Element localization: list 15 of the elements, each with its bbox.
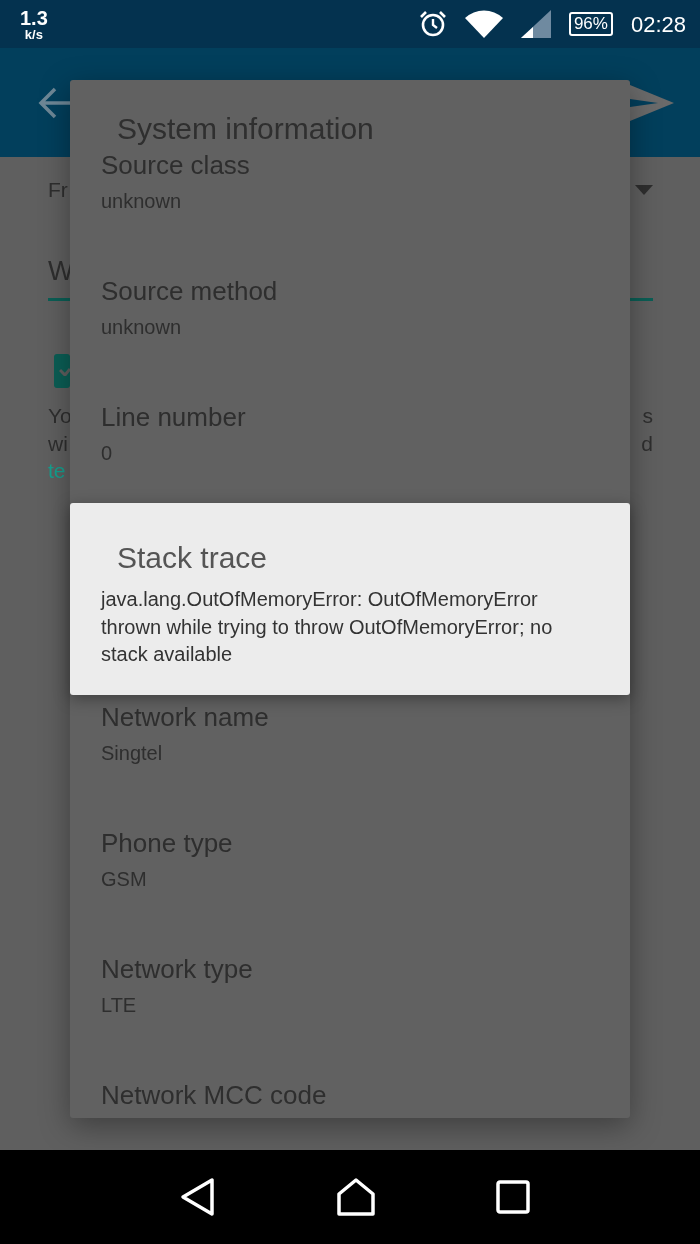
alert-message: java.lang.OutOfMemoryError: OutOfMemoryError thrown while trying to throw OutOfMemoryError; no stack available [101,587,554,667]
checkbox[interactable] [54,354,70,388]
battery-indicator: 96% [568,12,613,36]
recents-icon[interactable] [496,1180,530,1214]
link[interactable]: te [48,457,66,485]
alarm-clock-icon [418,10,447,38]
clock-time: 02:28 [630,10,686,39]
network-speed: 1.3 k/s [20,7,48,41]
wifi-icon [464,10,503,38]
alert-title: Stack trace [117,543,268,573]
signal-icon [520,10,551,38]
home-icon[interactable] [336,1177,376,1217]
back-icon[interactable] [180,1177,216,1217]
dropdown-caret-icon[interactable] [635,185,653,195]
send-icon[interactable] [630,84,674,121]
